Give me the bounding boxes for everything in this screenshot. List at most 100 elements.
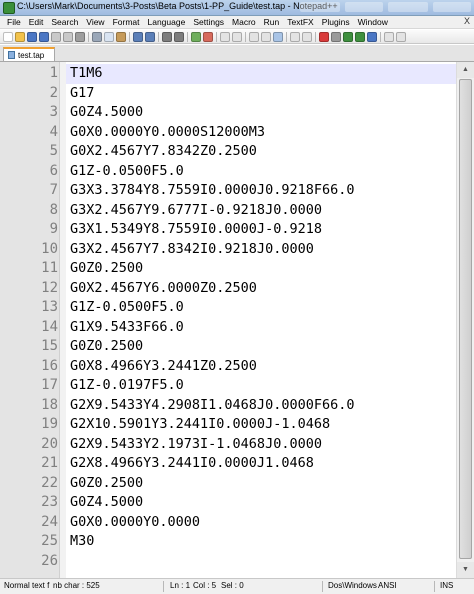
menu-settings[interactable]: Settings [189,17,228,27]
code-line[interactable]: 8 G3X2.4567Y9.6777I-0.9218J0.0000 [0,201,456,221]
code-line[interactable]: 17 G1Z-0.0197F5.0 [0,376,456,396]
play-macro-icon[interactable] [343,31,353,42]
replace-icon[interactable] [174,31,184,42]
menu-view[interactable]: View [82,17,108,27]
menu-search[interactable]: Search [47,17,82,27]
code-line[interactable]: 26 [0,552,456,572]
code-area[interactable]: G0X2.4567Y6.0000Z0.2500 [66,279,456,299]
menu-edit[interactable]: Edit [25,17,48,27]
code-area[interactable]: G1X9.5433F66.0 [66,318,456,338]
tab-test-tap[interactable]: test.tap [3,47,55,61]
code-area[interactable]: G3X1.5349Y8.7559I0.0000J-0.9218 [66,220,456,240]
code-area[interactable]: T1M6 [66,64,456,84]
scroll-up-icon[interactable]: ▲ [457,62,474,78]
abc-icon[interactable] [396,31,406,42]
find-icon[interactable] [162,31,172,42]
doc-map-icon[interactable] [302,31,312,42]
redo-icon[interactable] [145,31,155,42]
code-line[interactable]: 19 G2X10.5901Y3.2441I0.0000J-1.0468 [0,415,456,435]
vertical-scrollbar[interactable]: ▲ ▼ [456,62,474,578]
code-line[interactable]: 25 M30 [0,532,456,552]
code-area[interactable]: G2X8.4966Y3.2441I0.0000J1.0468 [66,454,456,474]
zoom-in-icon[interactable] [191,31,201,42]
cut-icon[interactable] [92,31,102,42]
show-all-chars-icon[interactable] [261,31,271,42]
code-line[interactable]: 18 G2X9.5433Y4.2908I1.0468J0.0000F66.0 [0,396,456,416]
code-area[interactable]: G0Z0.2500 [66,474,456,494]
code-line[interactable]: 11 G0Z0.2500 [0,259,456,279]
menu-macro[interactable]: Macro [228,17,260,27]
code-line[interactable]: 15 G0Z0.2500 [0,337,456,357]
code-area[interactable]: G1Z-0.0500F5.0 [66,298,456,318]
code-line[interactable]: 12 G0X2.4567Y6.0000Z0.2500 [0,279,456,299]
record-macro-icon[interactable] [319,31,329,42]
code-line[interactable]: 5 G0X2.4567Y7.8342Z0.2500 [0,142,456,162]
code-line[interactable]: 24 G0X0.0000Y0.0000 [0,513,456,533]
menu-file[interactable]: File [3,17,25,27]
sync-v-icon[interactable] [220,31,230,42]
scroll-down-icon[interactable]: ▼ [457,562,474,578]
save-macro-icon[interactable] [367,31,377,42]
close-document-icon[interactable]: X [464,16,470,26]
code-area[interactable]: G3X3.3784Y8.7559I0.0000J0.9218F66.0 [66,181,456,201]
code-line[interactable]: 20 G2X9.5433Y2.1973I-1.0468J0.0000 [0,435,456,455]
code-area[interactable]: G3X2.4567Y7.8342I0.9218J0.0000 [66,240,456,260]
code-area[interactable]: G2X10.5901Y3.2441I0.0000J-1.0468 [66,415,456,435]
menu-format[interactable]: Format [109,17,144,27]
code-line[interactable]: 9 G3X1.5349Y8.7559I0.0000J-0.9218 [0,220,456,240]
sync-h-icon[interactable] [232,31,242,42]
menu-plugins[interactable]: Plugins [318,17,354,27]
code-line[interactable]: 22 G0Z0.2500 [0,474,456,494]
code-area[interactable]: G1Z-0.0197F5.0 [66,376,456,396]
close-all-icon[interactable] [63,31,73,42]
code-area[interactable]: G2X9.5433Y4.2908I1.0468J0.0000F66.0 [66,396,456,416]
user-lang-icon[interactable] [290,31,300,42]
menu-run[interactable]: Run [260,17,284,27]
editor[interactable]: 1 T1M6 2 G17 3 G0Z4.5000 4 G0X0.0000Y0.0000S120… [0,62,474,578]
code-line[interactable]: 2 G17 [0,84,456,104]
copy-icon[interactable] [104,31,114,42]
code-area[interactable]: G0Z0.2500 [66,337,456,357]
code-line[interactable]: 1 T1M6 [0,64,456,84]
code-area[interactable]: G0Z4.5000 [66,103,456,123]
code-area[interactable]: G2X9.5433Y2.1973I-1.0468J0.0000 [66,435,456,455]
code-line[interactable]: 23 G0Z4.5000 [0,493,456,513]
code-area[interactable]: G0X2.4567Y7.8342Z0.2500 [66,142,456,162]
save-icon[interactable] [27,31,37,42]
code-line[interactable]: 6 G1Z-0.0500F5.0 [0,162,456,182]
code-line[interactable]: 14 G1X9.5433F66.0 [0,318,456,338]
code-area[interactable]: G0X8.4966Y3.2441Z0.2500 [66,357,456,377]
code-area[interactable]: G1Z-0.0500F5.0 [66,162,456,182]
code-line[interactable]: 16 G0X8.4966Y3.2441Z0.2500 [0,357,456,377]
code-line[interactable]: 21 G2X8.4966Y3.2441I0.0000J1.0468 [0,454,456,474]
code-area[interactable]: G0X0.0000Y0.0000 [66,513,456,533]
menu-window[interactable]: Window [354,17,392,27]
code-line[interactable]: 10 G3X2.4567Y7.8342I0.9218J0.0000 [0,240,456,260]
code-area[interactable]: M30 [66,532,456,552]
code-line[interactable]: 4 G0X0.0000Y0.0000S12000M3 [0,123,456,143]
undo-icon[interactable] [133,31,143,42]
save-all-icon[interactable] [39,31,49,42]
code-line[interactable]: 7 G3X3.3784Y8.7559I0.0000J0.9218F66.0 [0,181,456,201]
stop-macro-icon[interactable] [331,31,341,42]
print-icon[interactable] [75,31,85,42]
close-icon[interactable] [51,31,61,42]
paste-icon[interactable] [116,31,126,42]
menu-language[interactable]: Language [144,17,190,27]
new-file-icon[interactable] [3,31,13,42]
zoom-out-icon[interactable] [203,31,213,42]
code-area[interactable]: G17 [66,84,456,104]
spell-check-icon[interactable] [384,31,394,42]
code-area[interactable]: G0X0.0000Y0.0000S12000M3 [66,123,456,143]
code-line[interactable]: 3 G0Z4.5000 [0,103,456,123]
code-area[interactable] [66,552,456,572]
scrollbar-thumb[interactable] [459,79,472,559]
code-area[interactable]: G0Z4.5000 [66,493,456,513]
code-line[interactable]: 13 G1Z-0.0500F5.0 [0,298,456,318]
code-area[interactable]: G0Z0.2500 [66,259,456,279]
code-area[interactable]: G3X2.4567Y9.6777I-0.9218J0.0000 [66,201,456,221]
word-wrap-icon[interactable] [249,31,259,42]
indent-guide-icon[interactable] [273,31,283,42]
play-multiple-icon[interactable] [355,31,365,42]
open-file-icon[interactable] [15,31,25,42]
